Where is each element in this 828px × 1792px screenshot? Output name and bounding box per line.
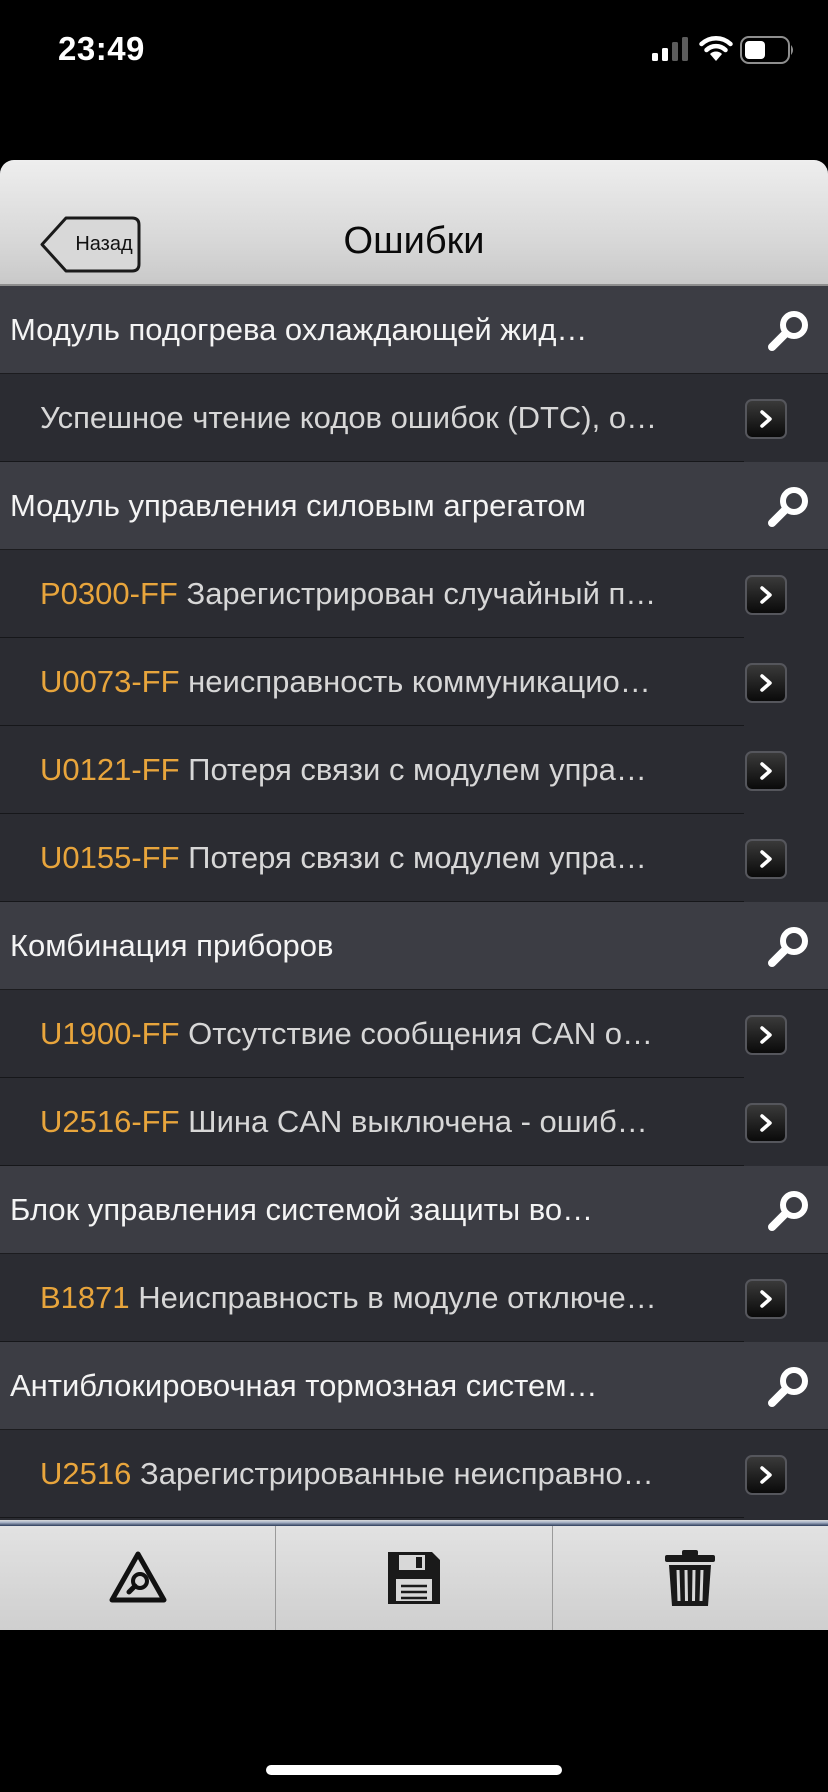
section-title: Антиблокировочная тормозная систем… <box>10 1368 598 1403</box>
error-list-item[interactable]: U0073-FF неисправность коммуникацио… <box>0 638 828 726</box>
detail-disclosure-button[interactable] <box>745 1015 787 1055</box>
error-code: U0073-FF <box>40 664 180 699</box>
section-search-button[interactable] <box>766 309 812 353</box>
search-warning-icon <box>109 1551 167 1603</box>
section-title: Модуль подогрева охлаждающей жид… <box>10 312 588 347</box>
bottom-toolbar <box>0 1526 828 1630</box>
error-list-item[interactable]: U2516 Зарегистрированные неисправно… <box>0 1430 828 1518</box>
error-code: U2516-FF <box>40 1104 180 1139</box>
error-list-item[interactable]: P0300-FF Зарегистрирован случайный п… <box>0 550 828 638</box>
battery-icon <box>740 36 793 64</box>
chevron-right-icon <box>760 410 772 428</box>
search-icon <box>768 927 808 967</box>
section-header: Модуль управления силовым агрегатом <box>0 462 828 550</box>
status-time: 23:49 <box>58 30 145 67</box>
error-list: Модуль подогрева охлаждающей жид… Успешно… <box>0 286 828 1518</box>
error-code: B1871 <box>40 1280 130 1315</box>
back-button[interactable]: Назад <box>40 215 142 274</box>
chevron-right-icon <box>760 674 772 692</box>
detail-disclosure-button[interactable] <box>745 1455 787 1495</box>
scan-errors-button[interactable] <box>0 1526 277 1630</box>
error-item-text: U0155-FF Потеря связи с модулем упра… <box>40 814 726 902</box>
chevron-right-icon <box>760 1114 772 1132</box>
error-list-item[interactable]: U0121-FF Потеря связи с модулем упра… <box>0 726 828 814</box>
detail-disclosure-button[interactable] <box>745 399 787 439</box>
wifi-icon <box>699 36 733 61</box>
section-title: Комбинация приборов <box>10 928 334 963</box>
error-description: Шина CAN выключена - ошиб… <box>188 1104 648 1139</box>
error-description: Отсутствие сообщения CAN о… <box>188 1016 653 1051</box>
error-item-text: U0121-FF Потеря связи с модулем упра… <box>40 726 726 814</box>
error-code: P0300-FF <box>40 576 178 611</box>
error-description: Неисправность в модуле отключе… <box>138 1280 657 1315</box>
error-item-text: U2516-FF Шина CAN выключена - ошиб… <box>40 1078 726 1166</box>
chevron-right-icon <box>760 762 772 780</box>
search-icon <box>768 487 808 527</box>
navigation-bar: Назад Ошибки <box>0 160 828 286</box>
error-description: неисправность коммуникацио… <box>188 664 651 699</box>
error-list-item[interactable]: B1871 Неисправность в модуле отключе… <box>0 1254 828 1342</box>
error-description: Успешное чтение кодов ошибок (DTC), о… <box>40 400 658 435</box>
section-search-button[interactable] <box>766 1189 812 1233</box>
detail-disclosure-button[interactable] <box>745 1103 787 1143</box>
detail-disclosure-button[interactable] <box>745 575 787 615</box>
error-code: U2516 <box>40 1456 132 1491</box>
detail-disclosure-button[interactable] <box>745 1279 787 1319</box>
error-description: Зарегистрированные неисправно… <box>139 1456 654 1491</box>
error-code: U0155-FF <box>40 840 180 875</box>
status-bar: 23:49 <box>0 0 828 100</box>
section-header: Блок управления системой защиты во… <box>0 1166 828 1254</box>
error-list-item[interactable]: Успешное чтение кодов ошибок (DTC), о… <box>0 374 828 462</box>
search-icon <box>768 1367 808 1407</box>
trash-icon <box>665 1550 716 1606</box>
section-search-button[interactable] <box>766 485 812 529</box>
error-description: Зарегистрирован случайный п… <box>186 576 657 611</box>
chevron-right-icon <box>760 850 772 868</box>
save-icon <box>387 1552 440 1604</box>
chevron-right-icon <box>760 1290 772 1308</box>
section-header: Антиблокировочная тормозная систем… <box>0 1342 828 1430</box>
chevron-right-icon <box>760 1466 772 1484</box>
error-item-text: U2516 Зарегистрированные неисправно… <box>40 1430 726 1518</box>
error-code: U1900-FF <box>40 1016 180 1051</box>
chevron-right-icon <box>760 1026 772 1044</box>
search-icon <box>768 311 808 351</box>
error-item-text: B1871 Неисправность в модуле отключе… <box>40 1254 726 1342</box>
error-item-text: P0300-FF Зарегистрирован случайный п… <box>40 550 726 638</box>
section-title: Модуль управления силовым агрегатом <box>10 488 586 523</box>
section-search-button[interactable] <box>766 925 812 969</box>
save-button[interactable] <box>276 1526 553 1630</box>
detail-disclosure-button[interactable] <box>745 839 787 879</box>
error-item-text: Успешное чтение кодов ошибок (DTC), о… <box>40 374 726 462</box>
section-title: Блок управления системой защиты во… <box>10 1192 594 1227</box>
error-list-item[interactable]: U1900-FF Отсутствие сообщения CAN о… <box>0 990 828 1078</box>
search-icon <box>768 1191 808 1231</box>
error-code: U0121-FF <box>40 752 180 787</box>
error-item-text: U0073-FF неисправность коммуникацио… <box>40 638 726 726</box>
delete-button[interactable] <box>553 1526 828 1630</box>
error-list-item[interactable]: U2516-FF Шина CAN выключена - ошиб… <box>0 1078 828 1166</box>
detail-disclosure-button[interactable] <box>745 751 787 791</box>
home-indicator[interactable] <box>266 1765 562 1775</box>
page-title: Ошибки <box>343 220 485 262</box>
section-header: Комбинация приборов <box>0 902 828 990</box>
cellular-signal-icon <box>652 37 688 61</box>
error-description: Потеря связи с модулем упра… <box>188 752 647 787</box>
section-search-button[interactable] <box>766 1365 812 1409</box>
error-description: Потеря связи с модулем упра… <box>188 840 647 875</box>
error-list-item[interactable]: U0155-FF Потеря связи с модулем упра… <box>0 814 828 902</box>
section-header: Модуль подогрева охлаждающей жид… <box>0 286 828 374</box>
detail-disclosure-button[interactable] <box>745 663 787 703</box>
error-item-text: U1900-FF Отсутствие сообщения CAN о… <box>40 990 726 1078</box>
back-button-label: Назад <box>75 233 133 255</box>
chevron-right-icon <box>760 586 772 604</box>
app-window: Назад Ошибки Модуль подогрева охлаждающе… <box>0 160 828 1630</box>
